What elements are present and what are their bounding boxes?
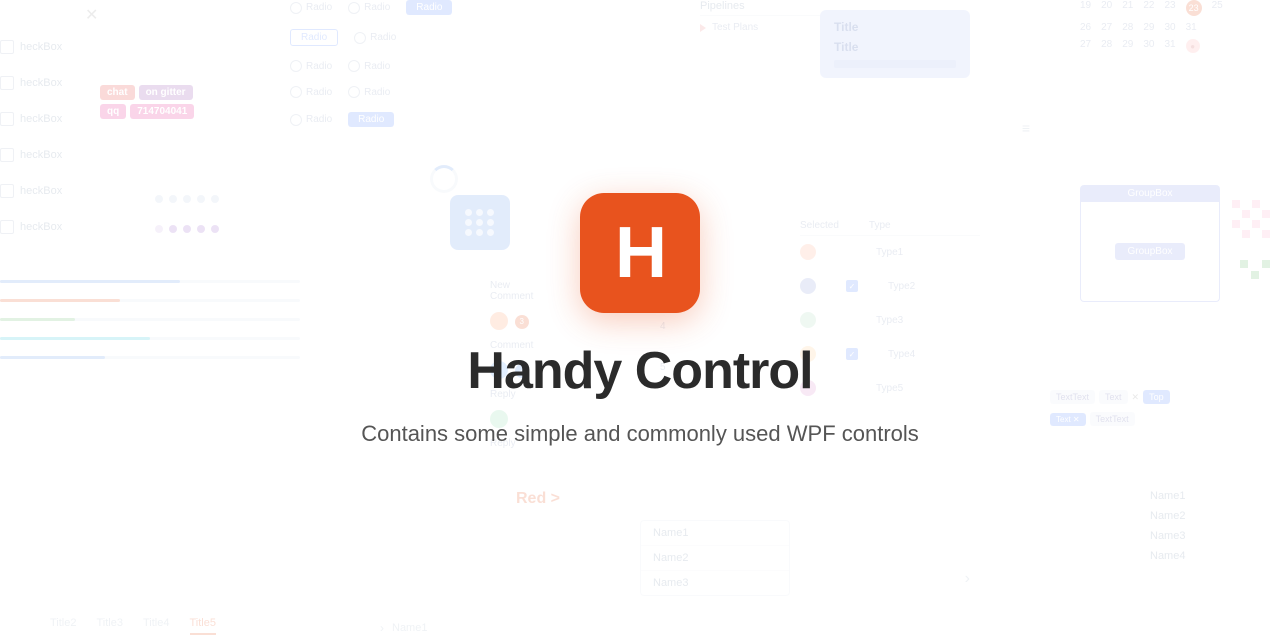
- app-logo: H: [580, 193, 700, 313]
- page-title: Handy Control: [467, 341, 812, 401]
- page-subtitle: Contains some simple and commonly used W…: [361, 421, 919, 447]
- logo-letter: H: [615, 217, 665, 289]
- hero-content: H Handy Control Contains some simple and…: [0, 0, 1280, 640]
